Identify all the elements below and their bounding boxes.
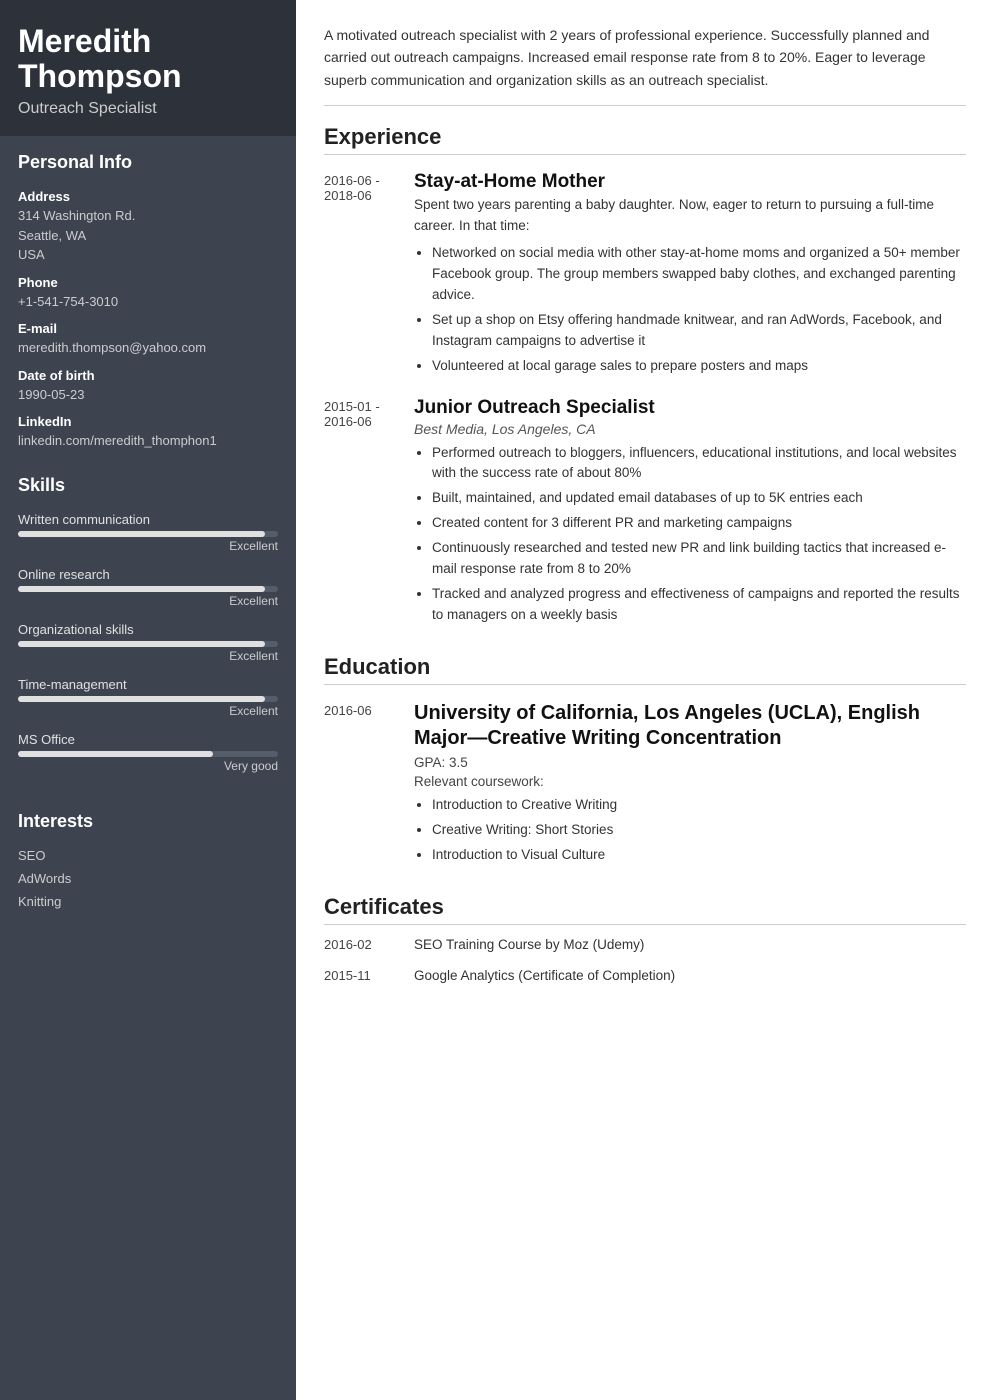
exp-date-sahm: 2016-06 -2018-06 (324, 171, 414, 380)
exp-bullet-jos-3: Created content for 3 different PR and m… (432, 513, 966, 534)
interests-heading: Interests (18, 811, 278, 836)
exp-content-sahm: Stay-at-Home Mother Spent two years pare… (414, 171, 966, 380)
phone-value: +1-541-754-3010 (18, 292, 278, 312)
email-label: E-mail (18, 321, 278, 336)
edu-entry-ucla: 2016-06 University of California, Los An… (324, 701, 966, 870)
edu-coursework-label: Relevant coursework: (414, 774, 966, 789)
cert-name-ga: Google Analytics (Certificate of Complet… (414, 966, 966, 987)
edu-course-2: Creative Writing: Short Stories (432, 820, 966, 841)
address-value: 314 Washington Rd.Seattle, WAUSA (18, 206, 278, 265)
edu-date-ucla: 2016-06 (324, 701, 414, 870)
candidate-title: Outreach Specialist (18, 100, 278, 118)
dob-label: Date of birth (18, 368, 278, 383)
skills-section: Skills Written communication Excellent O… (0, 459, 296, 795)
exp-title-sahm: Stay-at-Home Mother (414, 171, 966, 193)
exp-bullet-jos-1: Performed outreach to bloggers, influenc… (432, 443, 966, 485)
phone-label: Phone (18, 275, 278, 290)
cert-date-ga: 2015-11 (324, 966, 414, 987)
edu-course-3: Introduction to Visual Culture (432, 845, 966, 866)
edu-content-ucla: University of California, Los Angeles (U… (414, 701, 966, 870)
experience-heading: Experience (324, 124, 966, 155)
exp-entry-sahm: 2016-06 -2018-06 Stay-at-Home Mother Spe… (324, 171, 966, 380)
exp-title-jos: Junior Outreach Specialist (414, 397, 966, 419)
experience-section: Experience 2016-06 -2018-06 Stay-at-Home… (324, 124, 966, 630)
exp-entry-jos: 2015-01 -2016-06 Junior Outreach Special… (324, 397, 966, 630)
cert-name-seo: SEO Training Course by Moz (Udemy) (414, 935, 966, 956)
skill-time-management: Time-management Excellent (18, 677, 278, 718)
edu-gpa: GPA: 3.5 (414, 755, 966, 770)
interest-adwords: AdWords (18, 871, 278, 886)
cert-date-seo: 2016-02 (324, 935, 414, 956)
personal-info-section: Personal Info Address 314 Washington Rd.… (0, 136, 296, 459)
linkedin-label: LinkedIn (18, 414, 278, 429)
edu-title-ucla: University of California, Los Angeles (U… (414, 701, 966, 751)
skill-organizational: Organizational skills Excellent (18, 622, 278, 663)
education-section: Education 2016-06 University of Californ… (324, 654, 966, 870)
edu-coursework-list: Introduction to Creative Writing Creativ… (414, 795, 966, 866)
email-value: meredith.thompson@yahoo.com (18, 338, 278, 358)
exp-bullet-jos-5: Tracked and analyzed progress and effect… (432, 584, 966, 626)
sidebar-header: Meredith Thompson Outreach Specialist (0, 0, 296, 136)
certificates-section: Certificates 2016-02 SEO Training Course… (324, 894, 966, 987)
cert-entry-ga: 2015-11 Google Analytics (Certificate of… (324, 966, 966, 987)
exp-bullets-sahm: Networked on social media with other sta… (414, 243, 966, 377)
certificates-heading: Certificates (324, 894, 966, 925)
exp-bullet-sahm-3: Volunteered at local garage sales to pre… (432, 356, 966, 377)
exp-desc-sahm: Spent two years parenting a baby daughte… (414, 195, 966, 237)
address-label: Address (18, 189, 278, 204)
exp-bullets-jos: Performed outreach to bloggers, influenc… (414, 443, 966, 626)
skill-online-research: Online research Excellent (18, 567, 278, 608)
skill-ms-office: MS Office Very good (18, 732, 278, 773)
candidate-name: Meredith Thompson (18, 24, 278, 94)
education-heading: Education (324, 654, 966, 685)
dob-value: 1990-05-23 (18, 385, 278, 405)
interest-seo: SEO (18, 848, 278, 863)
cert-entry-seo: 2016-02 SEO Training Course by Moz (Udem… (324, 935, 966, 956)
exp-date-jos: 2015-01 -2016-06 (324, 397, 414, 630)
main-content: A motivated outreach specialist with 2 y… (296, 0, 990, 1400)
linkedin-value: linkedin.com/meredith_thomphon1 (18, 431, 278, 451)
summary-text: A motivated outreach specialist with 2 y… (324, 24, 966, 106)
resume-page: Meredith Thompson Outreach Specialist Pe… (0, 0, 990, 1400)
exp-bullet-sahm-2: Set up a shop on Etsy offering handmade … (432, 310, 966, 352)
exp-bullet-sahm-1: Networked on social media with other sta… (432, 243, 966, 306)
interest-knitting: Knitting (18, 894, 278, 909)
exp-bullet-jos-2: Built, maintained, and updated email dat… (432, 488, 966, 509)
sidebar: Meredith Thompson Outreach Specialist Pe… (0, 0, 296, 1400)
interests-section: Interests SEO AdWords Knitting (0, 795, 296, 925)
exp-bullet-jos-4: Continuously researched and tested new P… (432, 538, 966, 580)
skills-heading: Skills (18, 475, 278, 500)
exp-content-jos: Junior Outreach Specialist Best Media, L… (414, 397, 966, 630)
skill-written-communication: Written communication Excellent (18, 512, 278, 553)
personal-info-heading: Personal Info (18, 152, 278, 177)
edu-course-1: Introduction to Creative Writing (432, 795, 966, 816)
exp-company-jos: Best Media, Los Angeles, CA (414, 421, 966, 437)
